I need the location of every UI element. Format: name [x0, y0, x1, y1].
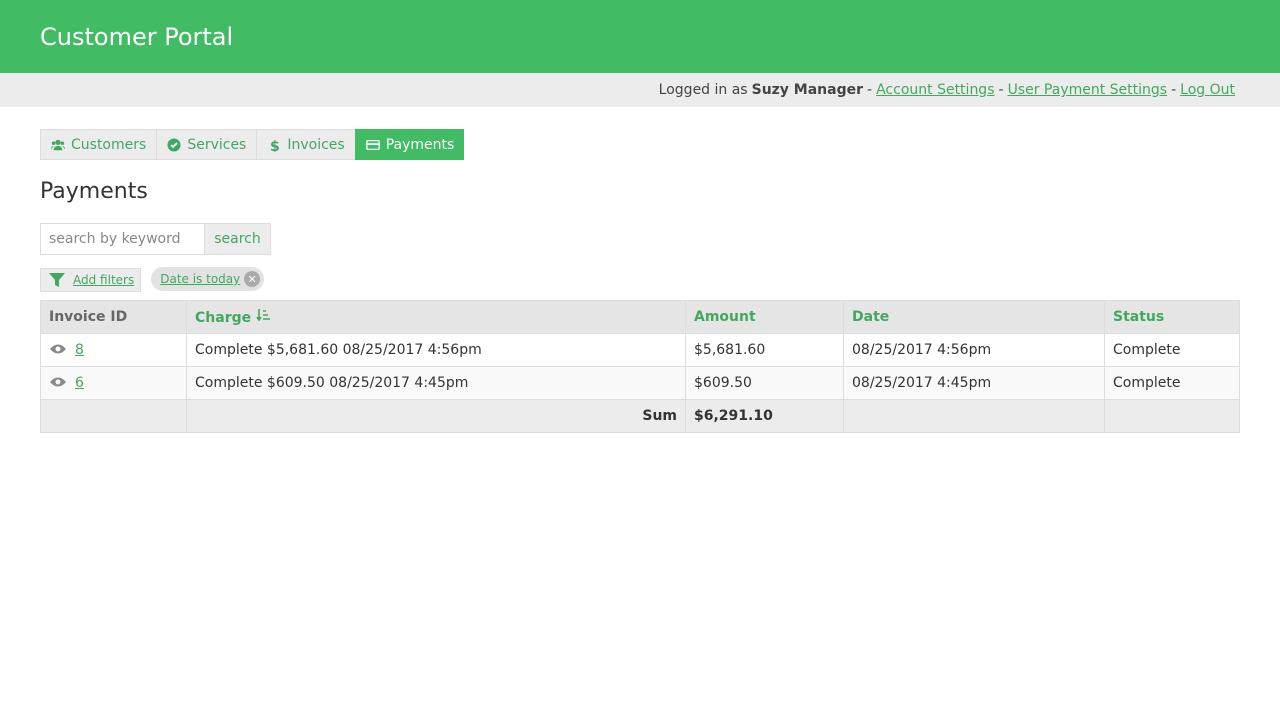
sum-label: Sum: [186, 399, 686, 433]
column-header-status[interactable]: Status: [1104, 300, 1240, 334]
separator: -: [867, 82, 873, 98]
tab-label: Services: [187, 136, 247, 153]
log-out-link[interactable]: Log Out: [1180, 82, 1235, 98]
status-cell: Complete: [1104, 333, 1240, 367]
column-header-amount[interactable]: Amount: [685, 300, 844, 334]
tab-invoices[interactable]: $ Invoices: [256, 129, 355, 160]
table-row: 8 Complete $5,681.60 08/25/2017 4:56pm $…: [40, 333, 1240, 367]
sum-value: $6,291.10: [685, 399, 844, 433]
tab-payments[interactable]: Payments: [354, 129, 465, 160]
charge-cell: Complete $609.50 08/25/2017 4:45pm: [186, 366, 686, 400]
users-icon: [51, 139, 65, 150]
invoice-link[interactable]: 8: [75, 342, 84, 358]
filter-chip: Date is today ✕: [151, 267, 265, 291]
eye-icon[interactable]: [49, 376, 67, 388]
check-circle-icon: [167, 138, 181, 151]
sort-ascending-icon: [256, 309, 270, 322]
credit-card-icon: [365, 139, 380, 150]
tab-services[interactable]: Services: [156, 129, 257, 160]
header-label: Charge: [195, 310, 252, 326]
filters-bar: Add filters Date is today ✕: [40, 267, 1240, 292]
dollar-icon: $: [270, 139, 280, 152]
account-settings-link[interactable]: Account Settings: [876, 82, 994, 98]
user-bar: Logged in as Suzy Manager - Account Sett…: [0, 73, 1280, 107]
column-header-date[interactable]: Date: [843, 300, 1105, 334]
sum-row: Sum $6,291.10: [40, 399, 1240, 433]
payments-table: Invoice ID Charge Amount Date Status 8 C…: [40, 300, 1240, 433]
amount-cell: $5,681.60: [685, 333, 844, 367]
invoice-link[interactable]: 6: [75, 375, 84, 391]
separator: -: [1171, 82, 1177, 98]
add-filters-link[interactable]: Add filters: [73, 273, 134, 287]
tab-label: Customers: [71, 136, 147, 153]
column-header-invoice-id: Invoice ID: [40, 300, 187, 334]
filter-icon: [49, 273, 65, 287]
user-payment-settings-link[interactable]: User Payment Settings: [1008, 82, 1168, 98]
date-cell: 08/25/2017 4:56pm: [843, 333, 1105, 367]
tab-label: Payments: [385, 136, 455, 153]
eye-icon[interactable]: [49, 343, 67, 355]
status-cell: Complete: [1104, 366, 1240, 400]
add-filters-button[interactable]: Add filters: [40, 268, 142, 292]
user-name: Suzy Manager: [751, 82, 864, 98]
empty-cell: [40, 399, 187, 433]
empty-cell: [1104, 399, 1240, 433]
separator: -: [998, 82, 1004, 98]
svg-text:$: $: [270, 139, 280, 152]
page-title: Payments: [40, 179, 148, 204]
tab-label: Invoices: [287, 136, 345, 153]
search-button[interactable]: search: [205, 223, 271, 255]
amount-cell: $609.50: [685, 366, 844, 400]
column-header-charge[interactable]: Charge: [186, 300, 686, 334]
app-header: Customer Portal: [0, 0, 1280, 73]
logged-in-label: Logged in as: [658, 82, 748, 98]
date-cell: 08/25/2017 4:45pm: [843, 366, 1105, 400]
app-title: Customer Portal: [40, 22, 234, 51]
table-row: 6 Complete $609.50 08/25/2017 4:45pm $60…: [40, 366, 1240, 400]
search-input[interactable]: [40, 223, 205, 255]
search-form: search: [40, 223, 1240, 255]
close-icon[interactable]: ✕: [244, 271, 261, 287]
filter-chip-label[interactable]: Date is today: [160, 272, 240, 286]
charge-cell: Complete $5,681.60 08/25/2017 4:56pm: [186, 333, 686, 367]
nav-tabs: Customers Services $ Invoices Payments: [40, 129, 1240, 160]
empty-cell: [843, 399, 1105, 433]
tab-customers[interactable]: Customers: [40, 129, 157, 160]
